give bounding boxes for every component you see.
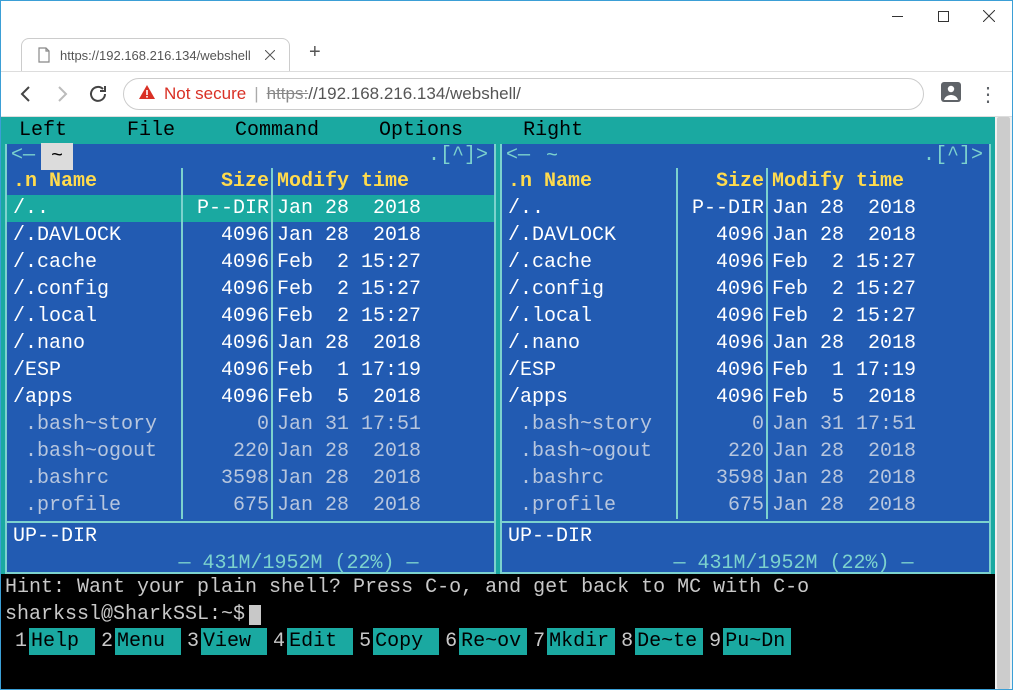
file-row[interactable]: .bashrc3598Jan 28 2018 [502,465,989,492]
panel-status: UP--DIR [7,523,494,550]
mc-panel-right: <—~ .[^]>.n NameSize Modify time/..P--DIR… [500,144,991,574]
browser-tab[interactable]: https://192.168.216.134/webshell [21,38,290,71]
new-tab-button[interactable]: + [302,39,328,65]
file-row[interactable]: /ESP4096Feb 1 17:19 [7,357,494,384]
scrollbar[interactable] [995,117,1012,689]
column-headers: .n NameSize Modify time [7,168,494,195]
fkey-9[interactable]: 9Pu~Dn [707,628,791,655]
file-row[interactable]: .bash~story0Jan 31 17:51 [502,411,989,438]
file-row[interactable]: .bashrc3598Jan 28 2018 [7,465,494,492]
fkey-1[interactable]: 1Help [13,628,95,655]
file-row[interactable]: /.cache4096Feb 2 15:27 [7,249,494,276]
tab-close-icon[interactable] [265,48,275,63]
reload-button[interactable] [87,83,109,105]
back-button[interactable] [15,83,37,105]
panel-corner-left: <— [506,142,530,169]
file-row[interactable]: /.nano4096Jan 28 2018 [502,330,989,357]
warning-icon [138,83,156,106]
function-key-bar: 1Help2Menu3View4Edit5Copy6Re~ov7Mkdir8De… [1,628,995,655]
file-row[interactable]: .profile675Jan 28 2018 [7,492,494,519]
file-row[interactable]: .bash~ogout220Jan 28 2018 [502,438,989,465]
browser-toolbar: Not secure | https://192.168.216.134/web… [1,71,1012,117]
file-row[interactable]: .profile675Jan 28 2018 [502,492,989,519]
minimize-button[interactable] [874,1,920,31]
file-row[interactable]: /.nano4096Jan 28 2018 [7,330,494,357]
forward-button[interactable] [51,83,73,105]
file-row[interactable]: /apps4096Feb 5 2018 [7,384,494,411]
fkey-7[interactable]: 7Mkdir [531,628,615,655]
mc-menu-item[interactable]: Left [19,117,67,144]
file-row[interactable]: /.local4096Feb 2 15:27 [7,303,494,330]
fkey-6[interactable]: 6Re~ov [443,628,527,655]
mc-menu-item[interactable]: Right [523,117,583,144]
maximize-button[interactable] [920,1,966,31]
fkey-2[interactable]: 2Menu [99,628,181,655]
page-icon [36,47,52,63]
panel-disk-usage: — 431M/1952M (22%) — [502,550,989,572]
terminal[interactable]: LeftFileCommandOptionsRight <—~.[^]>.n N… [1,117,995,689]
hint-line: Hint: Want your plain shell? Press C-o, … [5,574,991,601]
fkey-5[interactable]: 5Copy [357,628,439,655]
account-icon[interactable] [938,79,964,110]
file-row[interactable]: /.config4096Feb 2 15:27 [502,276,989,303]
tab-strip: https://192.168.216.134/webshell + [1,31,1012,71]
file-row[interactable]: /.config4096Feb 2 15:27 [7,276,494,303]
fkey-3[interactable]: 3View [185,628,267,655]
window-titlebar [1,1,1012,31]
shell-area: Hint: Want your plain shell? Press C-o, … [1,574,995,628]
url-text: https://192.168.216.134/webshell/ [267,84,521,104]
file-row[interactable]: /.cache4096Feb 2 15:27 [502,249,989,276]
mc-menu-bar: Left File Command Options Right [1,117,995,144]
panel-status: UP--DIR [502,523,989,550]
separator: | [254,84,258,104]
file-row[interactable]: /..P--DIRJan 28 2018 [502,195,989,222]
panel-corner-right: .[^]> [923,142,983,169]
kebab-menu-icon[interactable]: ⋮ [978,82,998,107]
panel-corner-left: <— [11,142,35,169]
fkey-4[interactable]: 4Edit [271,628,353,655]
scrollbar-thumb[interactable] [997,117,1010,689]
file-row[interactable]: .bash~story0Jan 31 17:51 [7,411,494,438]
column-headers: .n NameSize Modify time [502,168,989,195]
file-row[interactable]: /.DAVLOCK4096Jan 28 2018 [7,222,494,249]
mc-menu-item[interactable]: Command [235,117,319,144]
panel-disk-usage: — 431M/1952M (22%) — [7,550,494,572]
cursor [249,605,261,625]
mc-menu-item[interactable]: File [127,117,175,144]
security-label: Not secure [164,84,246,104]
file-row[interactable]: /..P--DIRJan 28 2018 [7,195,494,222]
mc-panel-left: <—~ .[^]>.n NameSize Modify time/..P--DIR… [5,144,496,574]
address-bar[interactable]: Not secure | https://192.168.216.134/web… [123,78,924,110]
close-button[interactable] [966,1,1012,31]
fkey-8[interactable]: 8De~te [619,628,703,655]
file-row[interactable]: .bash~ogout220Jan 28 2018 [7,438,494,465]
tab-title: https://192.168.216.134/webshell [60,48,251,63]
file-row[interactable]: /.DAVLOCK4096Jan 28 2018 [502,222,989,249]
file-row[interactable]: /.local4096Feb 2 15:27 [502,303,989,330]
panel-corner-right: .[^]> [428,142,488,169]
panel-path[interactable]: ~ [536,143,568,170]
file-row[interactable]: /apps4096Feb 5 2018 [502,384,989,411]
shell-prompt[interactable]: sharkssl@SharkSSL:~$ [5,601,991,628]
file-row[interactable]: /ESP4096Feb 1 17:19 [502,357,989,384]
mc-menu-item[interactable]: Options [379,117,463,144]
panel-path[interactable]: ~ [41,143,73,170]
mc-panels: <—~.[^]>.n NameSize Modify time/..P--DIR… [1,144,995,574]
